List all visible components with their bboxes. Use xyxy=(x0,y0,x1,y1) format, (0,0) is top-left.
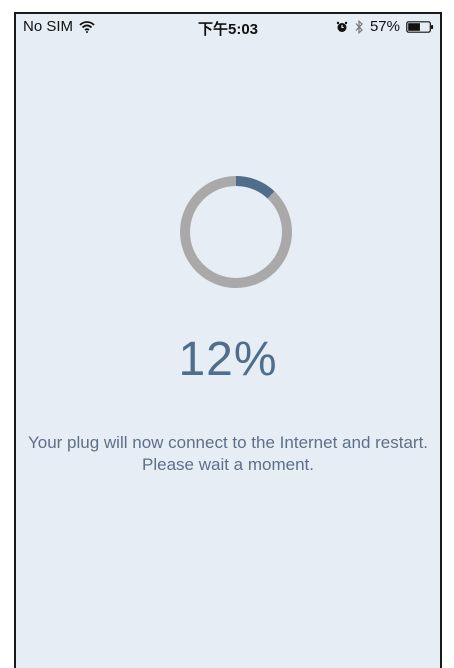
alarm-icon xyxy=(336,21,348,33)
battery-fill xyxy=(408,22,420,31)
battery-percent: 57% xyxy=(369,18,400,35)
status-right: 57% xyxy=(336,18,434,35)
status-bar: No SIM 下午5:03 57% xyxy=(16,14,440,40)
status-message: Your plug will now connect to the Intern… xyxy=(27,433,429,474)
bluetooth-icon xyxy=(354,19,364,34)
phone-screen: No SIM 下午5:03 57% 12% Your plug will now… xyxy=(14,12,442,668)
battery-icon xyxy=(406,20,434,33)
progress-ring xyxy=(180,176,292,288)
progress-percent: 12% xyxy=(178,333,278,386)
progress-track xyxy=(180,176,292,288)
